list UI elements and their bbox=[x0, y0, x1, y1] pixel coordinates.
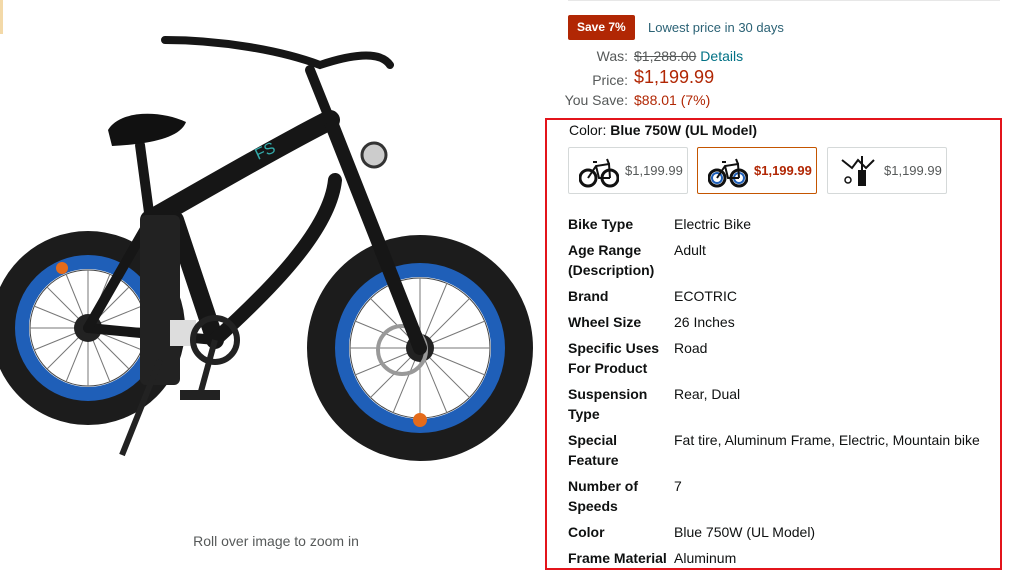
frame-icon bbox=[83, 36, 427, 355]
spec-value: Aluminum bbox=[674, 550, 737, 566]
divider bbox=[568, 0, 1000, 1]
spec-key: Number of Speeds bbox=[568, 478, 638, 514]
product-image[interactable]: FS bbox=[0, 10, 552, 500]
spec-key: Wheel Size bbox=[568, 314, 642, 330]
current-price: $1,199.99 bbox=[634, 67, 715, 87]
color-swatch-selected[interactable]: $1,199.99 bbox=[697, 147, 817, 194]
spec-value: 7 bbox=[674, 478, 682, 494]
battery-icon bbox=[140, 215, 180, 385]
spec-value: Fat tire, Aluminum Frame, Electric, Moun… bbox=[674, 432, 980, 448]
color-swatch[interactable]: $1,199.99 bbox=[827, 147, 947, 194]
folding-bike-thumbnail-icon bbox=[841, 155, 875, 186]
zoom-hint: Roll over image to zoom in bbox=[193, 533, 359, 549]
spec-key: Color bbox=[568, 524, 605, 540]
spec-key: Brand bbox=[568, 288, 609, 304]
lowest-price-note: Lowest price in 30 days bbox=[648, 20, 784, 35]
details-link[interactable]: Details bbox=[700, 48, 743, 64]
savings-label: You Save: bbox=[564, 92, 628, 108]
selected-color: Color: Blue 750W (UL Model) bbox=[569, 122, 757, 138]
headlight-icon bbox=[360, 141, 388, 169]
was-label: Was: bbox=[596, 48, 628, 64]
spec-key: Specific Uses For Product bbox=[568, 340, 660, 376]
spec-key: Bike Type bbox=[568, 216, 634, 232]
swatch-price: $1,199.99 bbox=[625, 163, 683, 178]
was-price: $1,288.00 bbox=[634, 48, 697, 64]
bike-thumbnail-icon bbox=[708, 158, 748, 187]
product-image-pane[interactable]: FS Roll over image to zoom in bbox=[0, 0, 552, 574]
color-swatch[interactable]: $1,199.99 bbox=[568, 147, 688, 194]
savings-value: $88.01 (7%) bbox=[634, 92, 711, 108]
swatch-price: $1,199.99 bbox=[884, 163, 942, 178]
color-value: Blue 750W (UL Model) bbox=[610, 122, 758, 138]
deal-badge: Save 7% bbox=[568, 15, 635, 40]
spec-value: ECOTRIC bbox=[674, 288, 737, 304]
spec-value: Road bbox=[674, 340, 708, 356]
spec-key: Frame Material bbox=[568, 550, 667, 566]
bike-thumbnail-icon bbox=[579, 158, 619, 187]
spec-key: Suspension Type bbox=[568, 386, 648, 422]
spec-value: Adult bbox=[674, 242, 706, 258]
spec-value: 26 Inches bbox=[674, 314, 735, 330]
spec-key: Special Feature bbox=[568, 432, 619, 468]
spec-value: Electric Bike bbox=[674, 216, 752, 232]
swatch-price: $1,199.99 bbox=[754, 163, 812, 178]
spec-value: Rear, Dual bbox=[674, 386, 741, 402]
spec-key: Age Range (Description) bbox=[568, 242, 655, 278]
price-label: Price: bbox=[592, 72, 628, 88]
spec-value: Blue 750W (UL Model) bbox=[674, 524, 816, 540]
color-label: Color: bbox=[569, 122, 607, 138]
seat-icon bbox=[108, 113, 186, 146]
